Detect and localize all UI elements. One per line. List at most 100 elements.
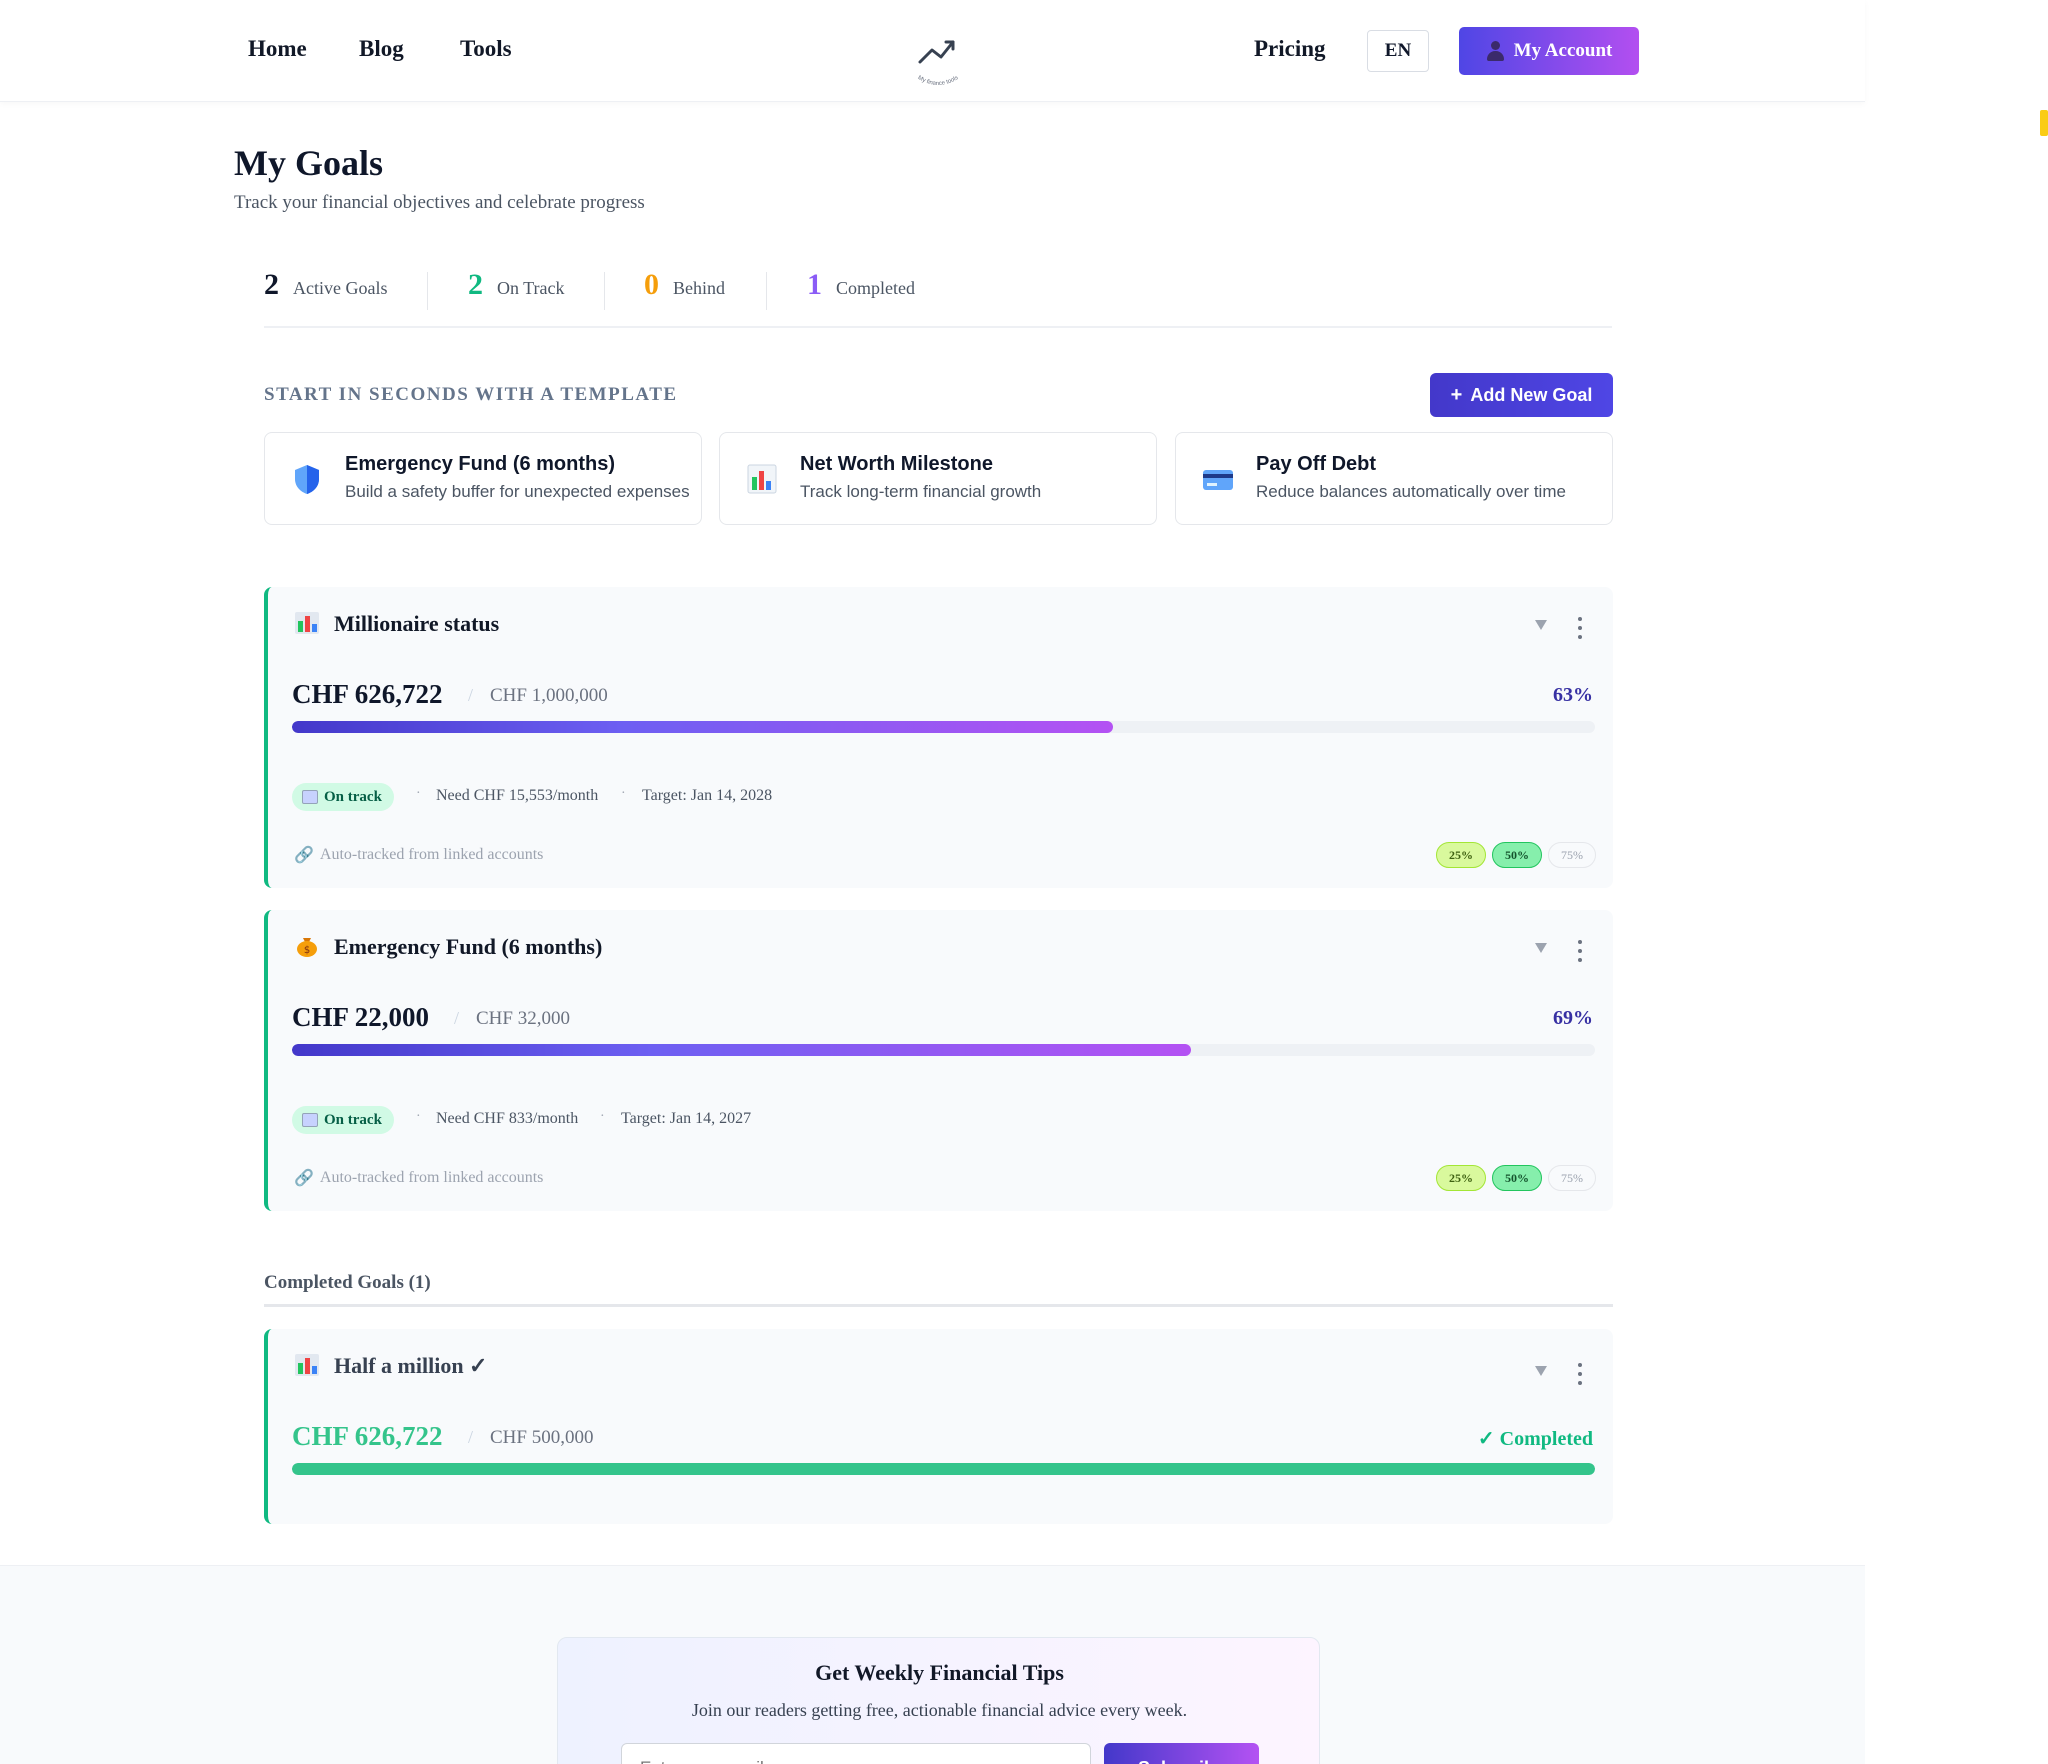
goal-progress-fill bbox=[292, 721, 1113, 733]
stat-value: 0 bbox=[644, 268, 659, 301]
goal-completed-label: ✓ Completed bbox=[1477, 1428, 1593, 1450]
goal-target-amount: CHF 1,000,000 bbox=[490, 685, 608, 706]
stat-completed: 1 Completed bbox=[807, 268, 915, 312]
my-account-label: My Account bbox=[1513, 40, 1613, 61]
link-icon: 🔗 bbox=[294, 1170, 314, 1187]
milestone-badge-25: 25% bbox=[1436, 1165, 1486, 1191]
stat-active: 2 Active Goals bbox=[264, 268, 387, 312]
goal-target-date: Target: Jan 14, 2028 bbox=[642, 787, 773, 804]
template-section-title: START IN SECONDS WITH A TEMPLATE bbox=[264, 384, 678, 405]
chevron-down-icon[interactable] bbox=[1535, 943, 1547, 953]
meta-dot: · bbox=[416, 1109, 421, 1124]
status-label: On track bbox=[324, 788, 382, 805]
goal-progress-track bbox=[292, 1044, 1595, 1056]
status-badge: On track bbox=[292, 1106, 394, 1134]
newsletter-box: Get Weekly Financial Tips Join our reade… bbox=[557, 1637, 1320, 1764]
auto-tracked-label: Auto-tracked from linked accounts bbox=[319, 1169, 544, 1186]
more-vertical-icon[interactable] bbox=[1577, 1363, 1583, 1385]
goal-progress-fill bbox=[292, 1463, 1595, 1475]
divider bbox=[264, 1304, 1613, 1307]
stat-divider bbox=[427, 272, 428, 310]
goal-monthly-need: Need CHF 833/month bbox=[436, 1110, 579, 1127]
goal-percent: 69% bbox=[1553, 1007, 1593, 1029]
chevron-down-icon[interactable] bbox=[1535, 620, 1547, 630]
template-card-emergency-fund[interactable]: Emergency Fund (6 months) Build a safety… bbox=[264, 432, 702, 525]
nav-link-tools[interactable]: Tools bbox=[460, 36, 512, 62]
goal-target-date: Target: Jan 14, 2027 bbox=[621, 1110, 752, 1127]
logo[interactable]: My finance tools bbox=[908, 30, 968, 94]
milestone-badge-25: 25% bbox=[1436, 842, 1486, 868]
milestone-badge-50: 50% bbox=[1492, 842, 1542, 868]
nav-link-blog[interactable]: Blog bbox=[359, 36, 404, 62]
template-card-pay-off-debt[interactable]: Pay Off Debt Reduce balances automatical… bbox=[1175, 432, 1613, 525]
goal-percent: 63% bbox=[1553, 684, 1593, 706]
more-vertical-icon[interactable] bbox=[1577, 940, 1583, 962]
goal-progress-track bbox=[292, 1463, 1595, 1475]
stat-divider bbox=[604, 272, 605, 310]
page-subtitle: Track your financial objectives and cele… bbox=[234, 192, 645, 213]
template-desc: Track long-term financial growth bbox=[800, 482, 1042, 501]
auto-tracked-label: Auto-tracked from linked accounts bbox=[319, 846, 544, 863]
milestone-badge-50: 50% bbox=[1492, 1165, 1542, 1191]
goal-current-amount: CHF 626,722 bbox=[292, 679, 443, 709]
goal-title: Millionaire status bbox=[334, 611, 500, 636]
stat-value: 1 bbox=[807, 268, 822, 301]
page-title: My Goals bbox=[234, 143, 383, 183]
meta-dot: · bbox=[621, 786, 626, 801]
meta-dot: · bbox=[416, 786, 421, 801]
newsletter-subtitle: Join our readers getting free, actionabl… bbox=[691, 1700, 1188, 1720]
plus-icon: + bbox=[1450, 383, 1463, 406]
auto-tracked-note: 🔗 Auto-tracked from linked accounts bbox=[294, 845, 543, 865]
template-title: Emergency Fund (6 months) bbox=[345, 453, 616, 475]
shield-icon bbox=[295, 465, 319, 494]
milestone-badge-75: 75% bbox=[1548, 842, 1596, 868]
newsletter-title: Get Weekly Financial Tips bbox=[815, 1660, 1064, 1685]
goal-monthly-need: Need CHF 15,553/month bbox=[436, 787, 599, 804]
svg-text:$: $ bbox=[304, 945, 310, 956]
subscribe-button[interactable]: Subscribe bbox=[1104, 1743, 1259, 1764]
meta-dot: · bbox=[600, 1109, 605, 1124]
trend-chart-icon bbox=[302, 790, 318, 804]
template-title: Net Worth Milestone bbox=[800, 453, 993, 475]
svg-text:My finance tools: My finance tools bbox=[917, 75, 960, 87]
amount-separator: / bbox=[468, 685, 474, 705]
stats-bar: 2 Active Goals 2 On Track 0 Behind 1 Com… bbox=[264, 268, 1612, 328]
goal-title: Half a million ✓ bbox=[334, 1353, 488, 1378]
side-tab[interactable] bbox=[2040, 110, 2048, 136]
add-new-goal-button[interactable]: + Add New Goal bbox=[1430, 373, 1613, 417]
chart-icon bbox=[747, 464, 777, 494]
stat-value: 2 bbox=[264, 268, 279, 301]
goal-title: Emergency Fund (6 months) bbox=[334, 934, 603, 959]
my-account-button[interactable]: My Account bbox=[1459, 27, 1639, 75]
template-card-net-worth[interactable]: Net Worth Milestone Track long-term fina… bbox=[719, 432, 1157, 525]
link-icon: 🔗 bbox=[294, 847, 314, 864]
user-icon bbox=[1486, 40, 1504, 62]
goal-current-amount: CHF 626,722 bbox=[292, 1421, 443, 1451]
stat-divider bbox=[766, 272, 767, 310]
trend-up-icon: My finance tools bbox=[917, 40, 960, 87]
chart-icon bbox=[295, 612, 319, 634]
nav-link-pricing[interactable]: Pricing bbox=[1254, 36, 1326, 62]
status-badge: On track bbox=[292, 783, 394, 811]
template-title: Pay Off Debt bbox=[1256, 453, 1377, 475]
credit-card-icon bbox=[1203, 470, 1233, 490]
completed-goals-heading: Completed Goals (1) bbox=[264, 1272, 431, 1293]
goal-progress-track bbox=[292, 721, 1595, 733]
stat-label: On Track bbox=[497, 278, 565, 298]
email-input[interactable] bbox=[621, 1743, 1091, 1764]
goal-card[interactable]: Millionaire status CHF 626,722 / CHF 1,0… bbox=[264, 587, 1613, 888]
stat-label: Active Goals bbox=[293, 278, 388, 298]
stat-label: Completed bbox=[836, 278, 915, 298]
top-nav: Home Blog Tools My finance tools Pricing… bbox=[0, 0, 1865, 102]
goal-progress-fill bbox=[292, 1044, 1192, 1056]
language-selector[interactable]: EN bbox=[1367, 30, 1429, 72]
nav-link-home[interactable]: Home bbox=[248, 36, 307, 62]
template-desc: Build a safety buffer for unexpected exp… bbox=[345, 482, 690, 501]
chart-icon bbox=[295, 1354, 319, 1376]
stat-behind: 0 Behind bbox=[644, 268, 725, 312]
stat-on-track: 2 On Track bbox=[468, 268, 565, 312]
completed-goal-card[interactable]: Half a million ✓ CHF 626,722 / CHF 500,0… bbox=[264, 1329, 1613, 1524]
goal-card[interactable]: $ Emergency Fund (6 months) CHF 22,000 /… bbox=[264, 910, 1613, 1211]
chevron-down-icon[interactable] bbox=[1535, 1366, 1547, 1376]
more-vertical-icon[interactable] bbox=[1577, 617, 1583, 639]
